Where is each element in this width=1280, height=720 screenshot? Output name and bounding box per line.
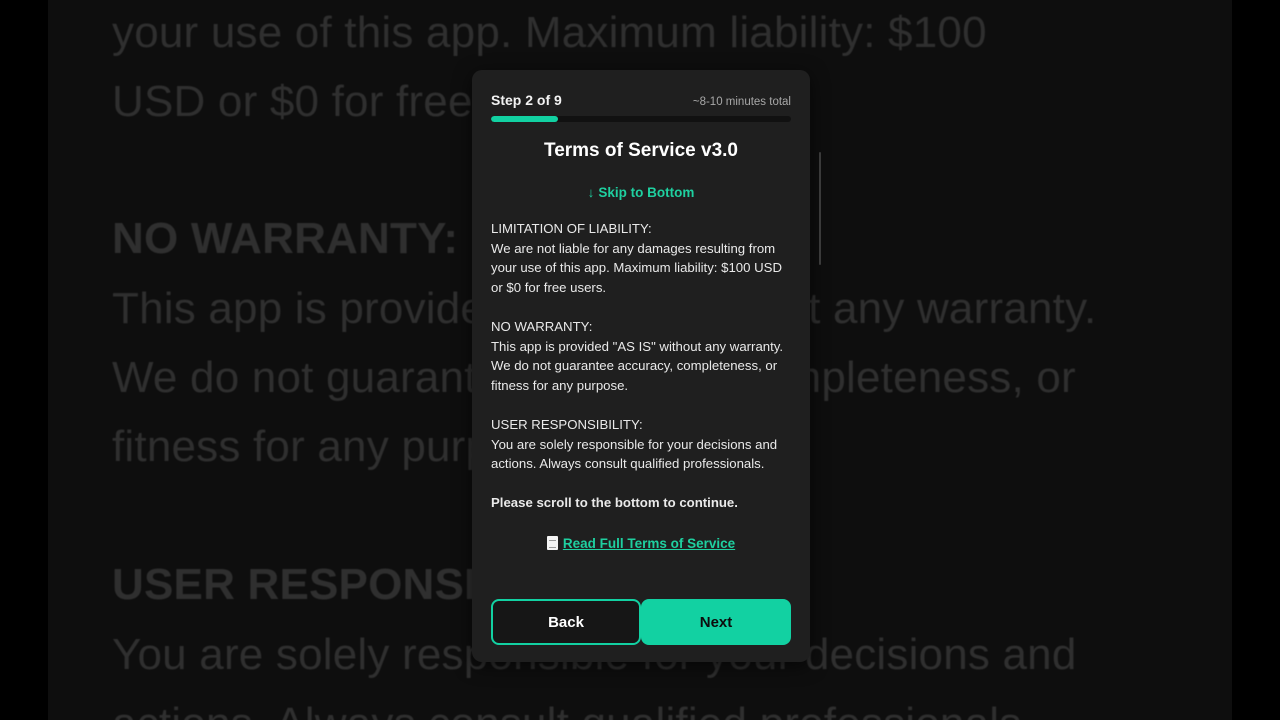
modal-title: Terms of Service v3.0: [544, 140, 738, 161]
section-heading: NO WARRANTY:: [491, 318, 593, 334]
terms-section: LIMITATION OF LIABILITY: We are not liab…: [491, 219, 791, 297]
section-body: We are not liable for any damages result…: [491, 240, 782, 295]
arrow-down-icon: ↓: [587, 185, 595, 200]
section-heading: USER RESPONSIBILITY:: [491, 416, 643, 432]
app-screen: your use of this app. Maximum liability:…: [0, 0, 1280, 720]
section-heading: LIMITATION OF LIABILITY:: [491, 221, 652, 236]
progress-bar: [491, 116, 791, 122]
section-body: You are solely responsible for your deci…: [491, 436, 778, 472]
skip-to-bottom-link[interactable]: ↓ Skip to Bottom: [472, 185, 810, 200]
step-header: Step 2 of 9 ~8-10 minutes total: [491, 92, 791, 108]
read-full-terms-link[interactable]: Read Full Terms of Service: [563, 536, 735, 551]
skip-to-bottom-label: Skip to Bottom: [598, 185, 695, 200]
full-terms-link-row: Read Full Terms of Service: [472, 536, 810, 551]
scrollbar[interactable]: [819, 152, 821, 265]
button-row: Back Next: [491, 599, 791, 645]
terms-modal: Step 2 of 9 ~8-10 minutes total Terms of…: [472, 70, 821, 662]
section-body: This app is provided "AS IS" without any…: [491, 338, 784, 393]
time-estimate: ~8-10 minutes total: [692, 96, 791, 108]
progress-bar-fill: [491, 116, 558, 122]
back-button[interactable]: Back: [491, 599, 641, 645]
terms-scroll-area[interactable]: LIMITATION OF LIABILITY: We are not liab…: [491, 219, 791, 549]
next-button[interactable]: Next: [641, 599, 791, 645]
document-icon: [546, 536, 558, 550]
terms-section: NO WARRANTY: This app is provided "AS IS…: [491, 317, 791, 395]
terms-section: USER RESPONSIBILITY: You are solely resp…: [491, 415, 791, 474]
step-indicator: Step 2 of 9: [491, 92, 562, 108]
scroll-notice: Please scroll to the bottom to continue.: [491, 495, 738, 511]
